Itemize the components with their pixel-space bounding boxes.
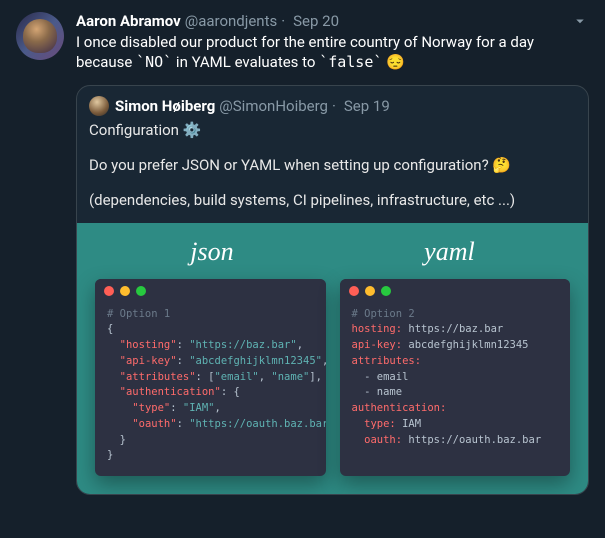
title-json: json	[190, 237, 233, 267]
text-segment: in YAML evaluates to	[172, 53, 319, 71]
yaml-key: attributes:	[352, 355, 422, 367]
quoted-author-handle: @SimonHoiberg	[219, 97, 328, 115]
json-code: # Option 1 { "hosting": "https://baz.bar…	[95, 303, 326, 477]
tweet-date[interactable]: Sep 20	[293, 12, 339, 30]
separator-dot: ·	[332, 97, 336, 115]
editor-row: # Option 1 { "hosting": "https://baz.bar…	[95, 279, 570, 477]
more-icon[interactable]	[571, 12, 589, 34]
window-controls	[340, 279, 571, 303]
code-comment: # Option 2	[352, 308, 415, 320]
minimize-icon	[120, 286, 130, 296]
json-value: "https://oauth.baz.bar"	[189, 418, 325, 430]
embedded-image: json yaml # Option 1 { "hosting": "https…	[77, 223, 588, 495]
yaml-code: # Option 2 hosting: https://baz.bar api-…	[340, 303, 571, 461]
yaml-value: IAM	[396, 418, 421, 430]
quoted-text: Configuration ⚙️ Do you prefer JSON or Y…	[77, 116, 588, 223]
json-key: "hosting"	[120, 339, 177, 351]
separator-dot: ·	[281, 12, 285, 30]
inline-code: `NO`	[136, 53, 172, 71]
json-value: "IAM"	[183, 402, 215, 414]
yaml-key: authentication:	[352, 402, 447, 414]
yaml-value: abcdefghijklmn12345	[402, 339, 528, 351]
yaml-value: https://oauth.baz.bar	[402, 434, 541, 446]
yaml-key: api-key:	[352, 339, 403, 351]
json-editor: # Option 1 { "hosting": "https://baz.bar…	[95, 279, 326, 477]
title-yaml: yaml	[424, 237, 475, 267]
tweet-text: I once disabled our product for the enti…	[76, 32, 589, 73]
gear-icon: ⚙️	[183, 120, 202, 141]
text-segment: Configuration	[89, 121, 183, 139]
maximize-icon	[136, 286, 146, 296]
yaml-value: https://baz.bar	[402, 323, 503, 335]
json-key: "api-key"	[120, 355, 177, 367]
pensive-emoji: 😔	[386, 52, 405, 72]
yaml-value: - email	[352, 371, 409, 383]
code-comment: # Option 1	[107, 308, 170, 320]
json-key: "attributes"	[120, 371, 196, 383]
json-key: "type"	[132, 402, 170, 414]
thinking-emoji: 🤔	[492, 155, 511, 176]
json-key: "oauth"	[132, 418, 176, 430]
quoted-author-name: Simon Høiberg	[115, 97, 215, 115]
json-value: "abcdefghijklmn12345"	[189, 355, 322, 367]
yaml-key: hosting:	[352, 323, 403, 335]
quoted-header: Simon Høiberg @SimonHoiberg · Sep 19	[77, 86, 588, 116]
minimize-icon	[365, 286, 375, 296]
text-segment: Do you prefer JSON or YAML when setting …	[89, 156, 492, 174]
close-icon	[104, 286, 114, 296]
author-handle[interactable]: @aarondjents	[185, 12, 278, 30]
yaml-key: type:	[352, 418, 396, 430]
text-segment: (dependencies, build systems, CI pipelin…	[89, 190, 576, 211]
window-controls	[95, 279, 326, 303]
maximize-icon	[381, 286, 391, 296]
json-value: "https://baz.bar"	[189, 339, 296, 351]
close-icon	[349, 286, 359, 296]
json-value: "email"	[214, 371, 258, 383]
author-name[interactable]: Aaron Abramov	[76, 12, 181, 30]
quoted-avatar	[89, 96, 109, 116]
quoted-tweet[interactable]: Simon Høiberg @SimonHoiberg · Sep 19 Con…	[76, 85, 589, 496]
inline-code: `false`	[319, 53, 382, 71]
image-titles: json yaml	[95, 237, 570, 267]
tweet-header: Aaron Abramov @aarondjents · Sep 20	[76, 12, 589, 30]
quoted-date: Sep 19	[344, 97, 390, 115]
yaml-editor: # Option 2 hosting: https://baz.bar api-…	[340, 279, 571, 477]
yaml-value: - name	[352, 386, 403, 398]
json-key: "authentication"	[120, 386, 221, 398]
tweet-container: Aaron Abramov @aarondjents · Sep 20 I on…	[0, 0, 605, 495]
author-avatar[interactable]	[16, 12, 64, 60]
json-value: "name"	[271, 371, 309, 383]
tweet-body: Aaron Abramov @aarondjents · Sep 20 I on…	[76, 12, 589, 495]
yaml-key: oauth:	[352, 434, 403, 446]
